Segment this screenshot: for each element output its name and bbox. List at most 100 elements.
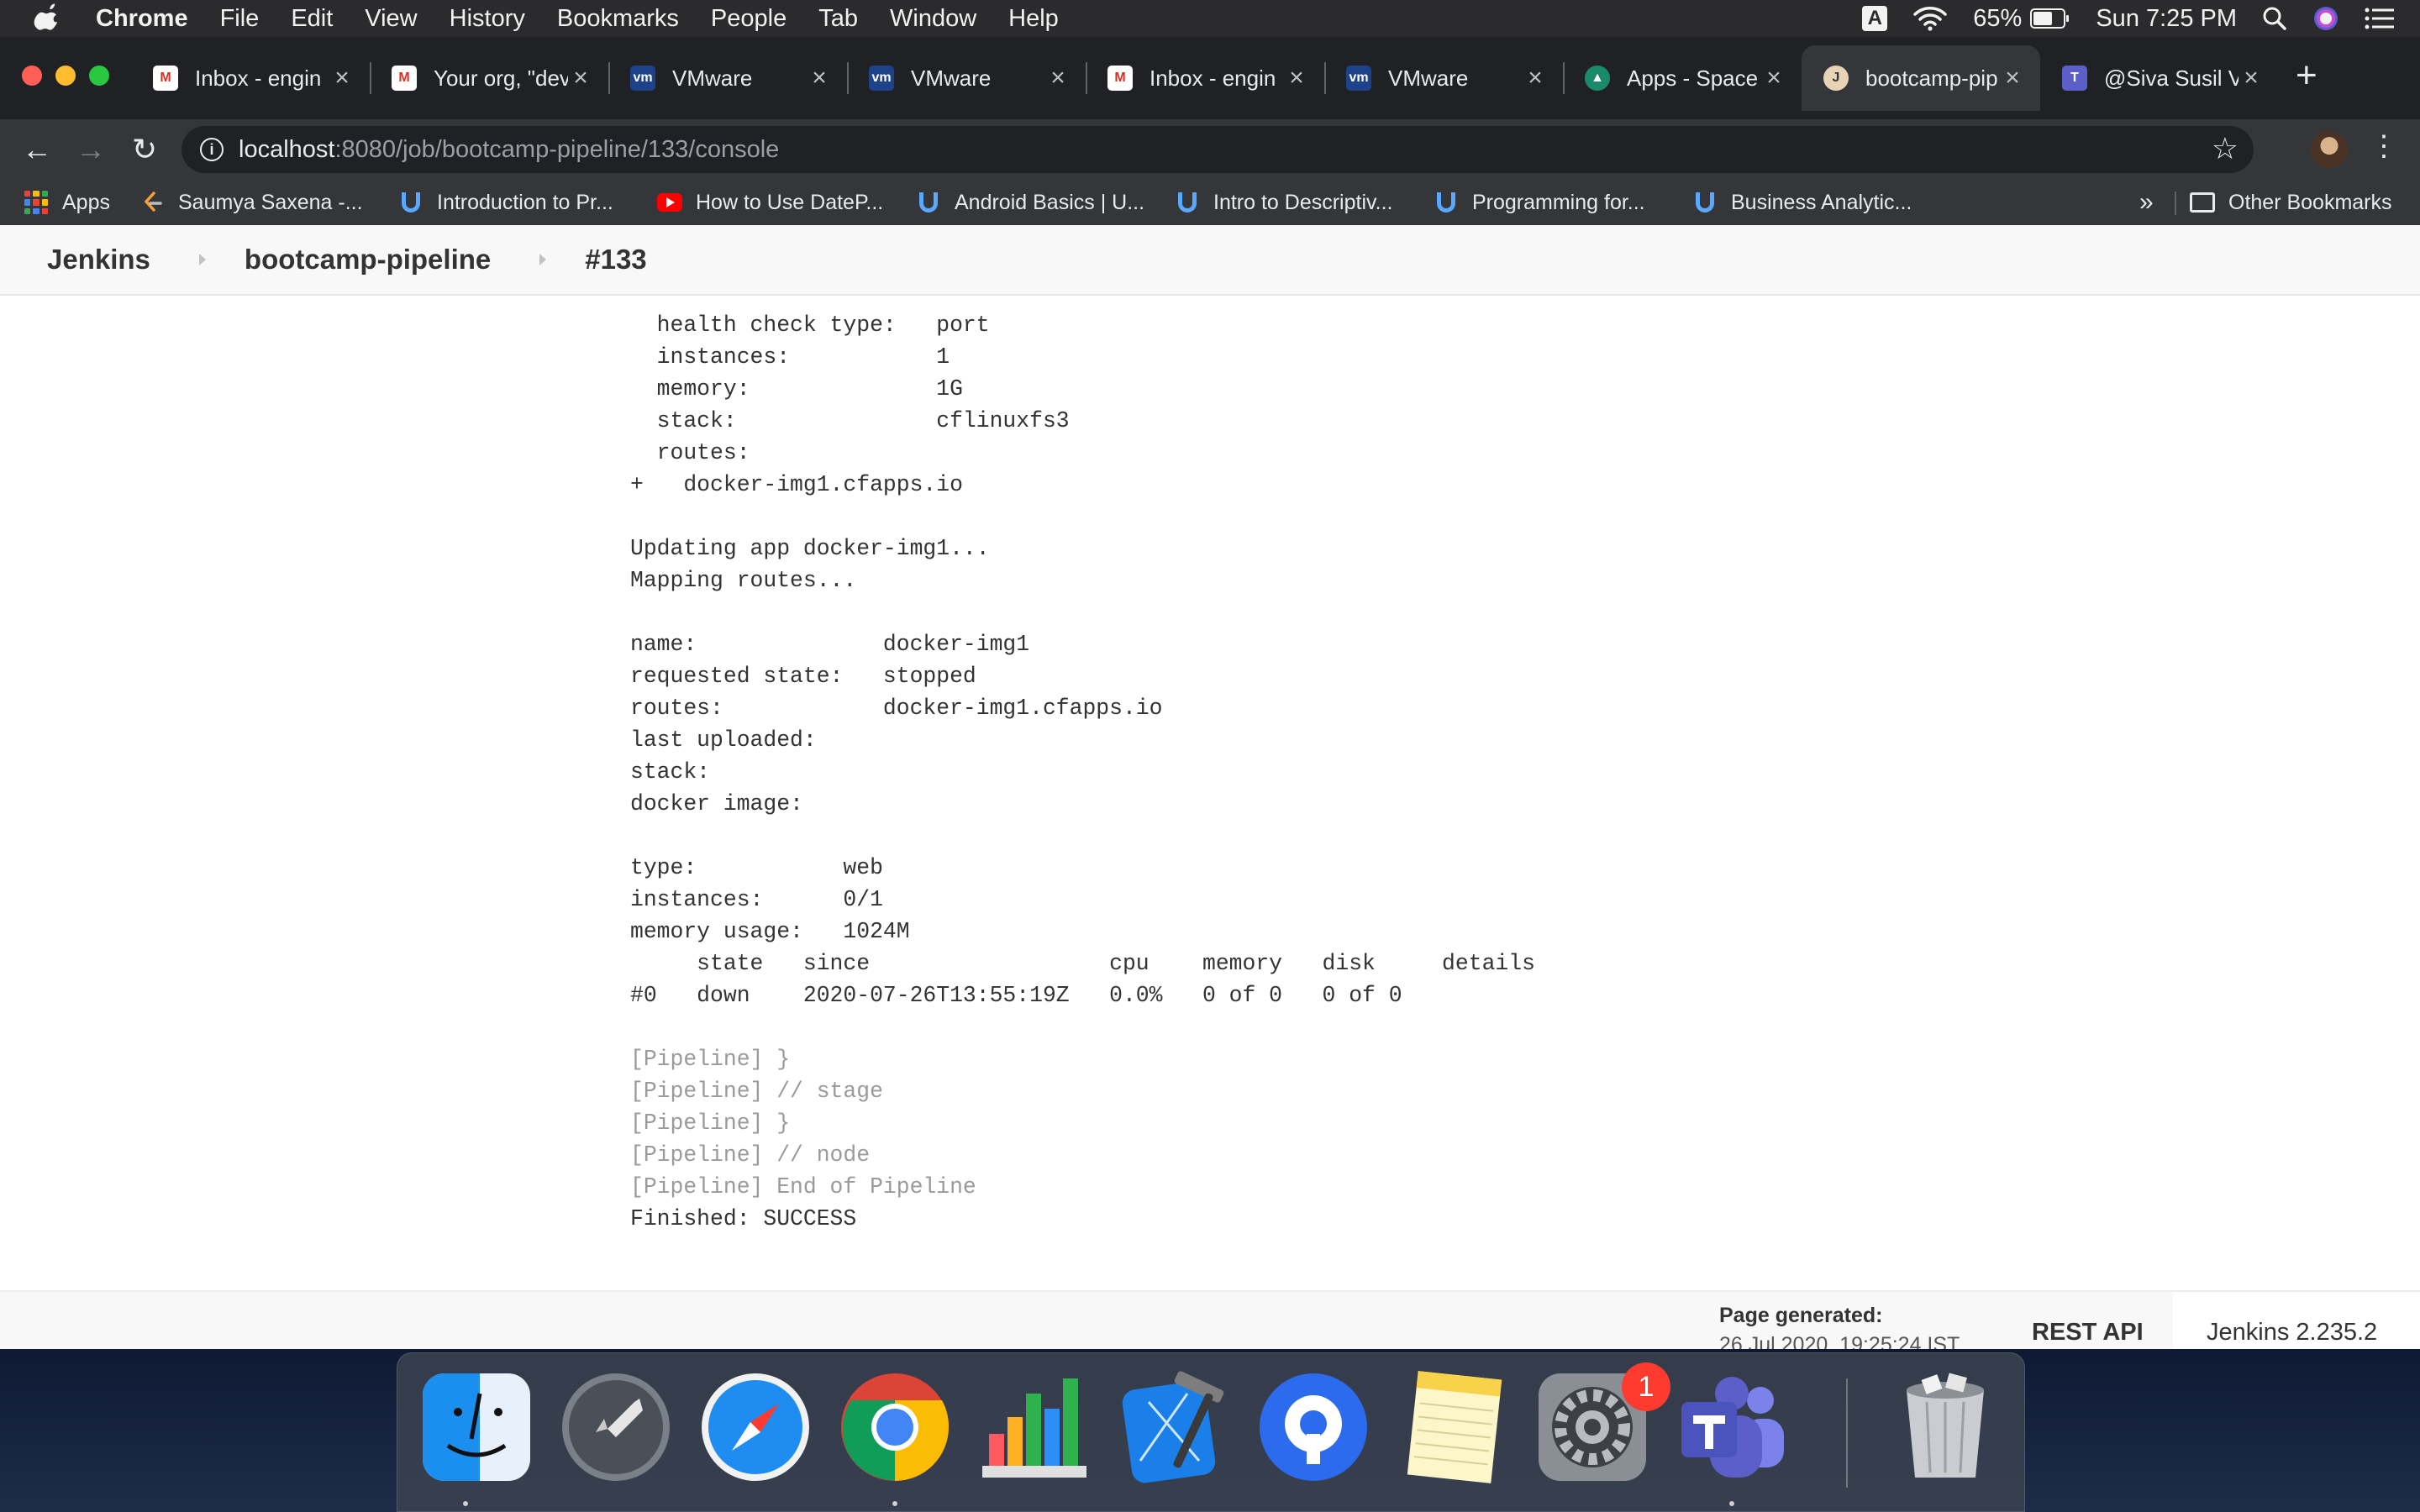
tab-inbox-1[interactable]: M Inbox - engin × bbox=[131, 45, 370, 111]
close-tab-icon[interactable]: × bbox=[807, 64, 832, 92]
profile-avatar[interactable] bbox=[2311, 131, 2348, 168]
pcf-icon: ▲ bbox=[1585, 66, 1610, 91]
breadcrumb-jenkins[interactable]: Jenkins bbox=[47, 244, 150, 276]
menu-people[interactable]: People bbox=[711, 5, 786, 33]
running-indicator bbox=[463, 1501, 468, 1506]
close-tab-icon[interactable]: × bbox=[329, 64, 355, 92]
tab-vmware-1[interactable]: vm VMware × bbox=[608, 45, 847, 111]
breadcrumb-bootcamp-pipeline[interactable]: bootcamp-pipeline bbox=[245, 244, 491, 276]
tab-vmware-2[interactable]: vm VMware × bbox=[847, 45, 1086, 111]
bookmark-other-bookmarks[interactable]: Other Bookmarks bbox=[2190, 188, 2392, 217]
bookmark-star-icon[interactable]: ☆ bbox=[2212, 131, 2238, 166]
teams-icon: T bbox=[2062, 66, 2087, 91]
spotlight-search-icon[interactable] bbox=[2262, 6, 2287, 31]
console-line: type: web bbox=[630, 855, 883, 880]
tab-inbox-2[interactable]: M Inbox - engin × bbox=[1086, 45, 1324, 111]
gmail-icon: M bbox=[1107, 66, 1133, 91]
menu-view[interactable]: View bbox=[365, 5, 417, 33]
apps-grid-icon bbox=[24, 190, 49, 215]
bookmark-label: How to Use DateP... bbox=[696, 190, 884, 214]
leetcode-icon bbox=[139, 190, 165, 215]
console-line: memory: 1G bbox=[630, 376, 963, 402]
close-tab-icon[interactable]: × bbox=[1284, 64, 1309, 92]
console-line: docker image: bbox=[630, 791, 803, 816]
numbers-icon[interactable] bbox=[976, 1368, 1093, 1486]
bookmarks-overflow-button[interactable]: » bbox=[2139, 188, 2154, 217]
menu-tab[interactable]: Tab bbox=[818, 5, 858, 33]
apple-logo-icon[interactable] bbox=[34, 3, 62, 34]
menu-history[interactable]: History bbox=[450, 5, 525, 33]
launchpad-icon[interactable] bbox=[557, 1368, 675, 1486]
wifi-icon[interactable] bbox=[1912, 5, 1948, 32]
teams-icon[interactable] bbox=[1673, 1368, 1791, 1486]
url-text[interactable]: localhost:8080/job/bootcamp-pipeline/133… bbox=[239, 136, 779, 164]
safari-icon[interactable] bbox=[697, 1368, 814, 1486]
bookmark-saumya-saxena[interactable]: Saumya Saxena -... bbox=[139, 188, 363, 217]
tab-vmware-3[interactable]: vm VMware × bbox=[1324, 45, 1563, 111]
close-tab-icon[interactable]: × bbox=[1761, 64, 1786, 92]
gmail-icon: M bbox=[153, 66, 178, 91]
bookmark-apps[interactable]: Apps bbox=[24, 188, 110, 217]
notification-badge: 1 bbox=[1622, 1362, 1670, 1411]
console-output: health check type: port instances: 1 mem… bbox=[630, 309, 1535, 1235]
siri-icon[interactable] bbox=[2312, 5, 2339, 32]
input-source-icon[interactable]: A bbox=[1862, 6, 1888, 31]
menu-edit[interactable]: Edit bbox=[291, 5, 333, 33]
vmware-icon: vm bbox=[1346, 66, 1371, 91]
youtube-icon bbox=[657, 190, 682, 215]
close-window-button[interactable] bbox=[22, 66, 42, 86]
new-tab-button[interactable]: + bbox=[2296, 57, 2317, 94]
breadcrumb-build-133[interactable]: #133 bbox=[585, 244, 646, 276]
rest-api-link[interactable]: REST API bbox=[2032, 1319, 2144, 1347]
tab-apps-space[interactable]: ▲ Apps - Space × bbox=[1563, 45, 1802, 111]
tab-title: VMware bbox=[911, 65, 992, 91]
bookmark-intro-descriptive[interactable]: Intro to Descriptiv... bbox=[1175, 188, 1393, 217]
chevron-right-icon[interactable] bbox=[539, 254, 547, 265]
signal-icon[interactable] bbox=[1255, 1368, 1372, 1486]
vmware-icon: vm bbox=[869, 66, 894, 91]
menu-chrome[interactable]: Chrome bbox=[96, 5, 188, 33]
notification-center-icon[interactable] bbox=[2365, 7, 2395, 30]
url-path: :8080/job/bootcamp-pipeline/133/console bbox=[334, 136, 780, 163]
menu-file[interactable]: File bbox=[220, 5, 260, 33]
chrome-menu-icon[interactable]: ⋮ bbox=[2370, 129, 2398, 163]
menu-bookmarks[interactable]: Bookmarks bbox=[557, 5, 679, 33]
tab-title: bootcamp-pip bbox=[1865, 65, 1998, 91]
bookmark-business-analytic[interactable]: Business Analytic... bbox=[1692, 188, 1912, 217]
trash-icon[interactable] bbox=[1886, 1368, 2004, 1486]
reload-icon[interactable]: ↻ bbox=[126, 131, 163, 168]
console-line: memory usage: 1024M bbox=[630, 919, 910, 944]
minimize-window-button[interactable] bbox=[55, 66, 76, 86]
tab-title: VMware bbox=[1388, 65, 1469, 91]
close-tab-icon[interactable]: × bbox=[1045, 64, 1071, 92]
tab-bootcamp-pipeline[interactable]: J bootcamp-pip × bbox=[1802, 45, 2040, 111]
close-tab-icon[interactable]: × bbox=[2238, 64, 2264, 92]
bookmark-introduction[interactable]: Introduction to Pr... bbox=[398, 188, 613, 217]
jenkins-version-link[interactable]: Jenkins 2.235.2 bbox=[2173, 1292, 2420, 1349]
tab-siva-susil[interactable]: T @Siva Susil V × bbox=[2040, 45, 2279, 111]
notes-icon[interactable] bbox=[1394, 1368, 1512, 1486]
xcode-icon[interactable] bbox=[1115, 1368, 1233, 1486]
close-tab-icon[interactable]: × bbox=[2000, 64, 2025, 92]
zoom-window-button[interactable] bbox=[89, 66, 109, 86]
menu-window[interactable]: Window bbox=[890, 5, 976, 33]
menu-help[interactable]: Help bbox=[1008, 5, 1059, 33]
finder-icon[interactable] bbox=[418, 1368, 535, 1486]
close-tab-icon[interactable]: × bbox=[1523, 64, 1548, 92]
back-icon[interactable]: ← bbox=[18, 131, 55, 168]
chevron-right-icon[interactable] bbox=[198, 254, 206, 265]
forward-icon[interactable]: → bbox=[72, 131, 109, 168]
bookmark-android-basics[interactable]: Android Basics | U... bbox=[916, 188, 1144, 217]
console-line: [Pipeline] // stage bbox=[630, 1079, 883, 1104]
clock[interactable]: Sun 7:25 PM bbox=[2096, 5, 2237, 33]
address-bar[interactable]: i localhost:8080/job/bootcamp-pipeline/1… bbox=[182, 126, 2254, 173]
chrome-icon[interactable] bbox=[836, 1368, 954, 1486]
bookmark-how-to-use-datep[interactable]: How to Use DateP... bbox=[657, 188, 883, 217]
tab-your-org[interactable]: M Your org, "dev × bbox=[370, 45, 608, 111]
battery-icon[interactable] bbox=[2030, 8, 2070, 29]
bookmark-label: Saumya Saxena -... bbox=[178, 190, 363, 214]
site-info-icon[interactable]: i bbox=[200, 138, 224, 161]
bookmark-programming-for[interactable]: Programming for... bbox=[1434, 188, 1645, 217]
close-tab-icon[interactable]: × bbox=[568, 64, 593, 92]
jenkins-version: Jenkins 2.235.2 bbox=[2207, 1319, 2378, 1346]
